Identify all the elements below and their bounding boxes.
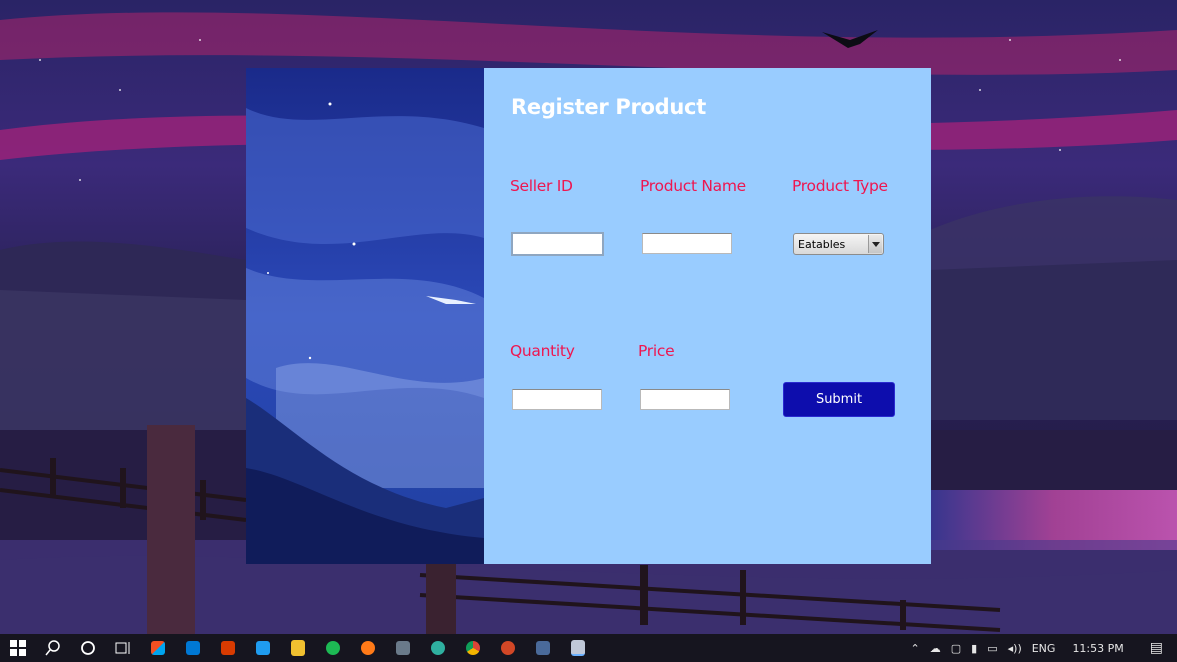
form-panel: Register Product Seller ID Product Name …: [484, 68, 931, 564]
onedrive-icon[interactable]: ☁: [925, 642, 946, 655]
volume-icon[interactable]: ◂)): [1003, 642, 1027, 655]
system-tray: ⌃ ☁ ▢ ▮ ▭ ◂)) ENG 11:53 PM ▤: [906, 634, 1177, 662]
product-type-select[interactable]: Eatables: [793, 233, 884, 255]
product-type-selected-value: Eatables: [798, 238, 846, 251]
notifications-icon[interactable]: ▤: [1136, 640, 1177, 656]
vscode-icon[interactable]: [245, 634, 280, 662]
app-icon[interactable]: [315, 634, 350, 662]
clock[interactable]: 11:53 PM: [1060, 642, 1135, 655]
app-icon[interactable]: [350, 634, 385, 662]
product-name-label: Product Name: [640, 177, 746, 195]
cortana-icon[interactable]: [70, 634, 105, 662]
java-app-icon[interactable]: [560, 634, 595, 662]
office-icon[interactable]: [210, 634, 245, 662]
app-icon[interactable]: [525, 634, 560, 662]
task-view-icon[interactable]: [105, 634, 140, 662]
start-icon[interactable]: [0, 634, 35, 662]
search-icon[interactable]: [35, 634, 70, 662]
taskbar: ⌃ ☁ ▢ ▮ ▭ ◂)) ENG 11:53 PM ▤: [0, 634, 1177, 662]
submit-button[interactable]: Submit: [783, 382, 895, 417]
edge-icon[interactable]: [420, 634, 455, 662]
register-product-window: Register Product Seller ID Product Name …: [246, 68, 931, 564]
night-sky-illustration: [246, 68, 484, 564]
quantity-field[interactable]: [512, 389, 602, 410]
seller-id-field[interactable]: [511, 232, 604, 256]
quantity-label: Quantity: [510, 342, 575, 360]
meet-icon[interactable]: ▢: [946, 642, 966, 655]
battery-icon[interactable]: ▭: [982, 642, 1002, 655]
seller-id-label: Seller ID: [510, 177, 573, 195]
mail-icon[interactable]: [175, 634, 210, 662]
app-icon[interactable]: [385, 634, 420, 662]
powerpoint-icon[interactable]: [490, 634, 525, 662]
chevron-down-icon[interactable]: [868, 235, 882, 253]
phone-icon[interactable]: ▮: [966, 642, 982, 655]
price-label: Price: [638, 342, 675, 360]
chrome-icon[interactable]: [455, 634, 490, 662]
language-indicator[interactable]: ENG: [1027, 642, 1061, 655]
price-field[interactable]: [640, 389, 730, 410]
chevron-up-icon[interactable]: ⌃: [906, 642, 925, 655]
product-name-field[interactable]: [642, 233, 732, 254]
product-type-label: Product Type: [792, 177, 888, 195]
store-icon[interactable]: [140, 634, 175, 662]
page-title: Register Product: [511, 95, 706, 119]
app-icon[interactable]: [280, 634, 315, 662]
